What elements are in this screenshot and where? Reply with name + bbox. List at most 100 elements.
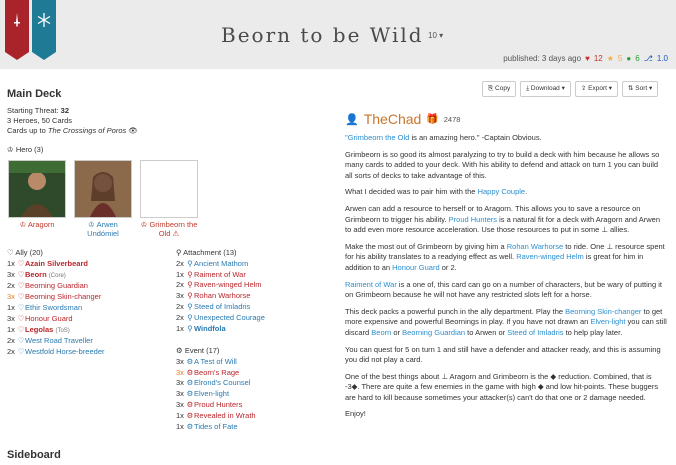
deck-description: "Grimbeorn the Old is an amazing hero." … [345, 133, 667, 426]
list-item[interactable]: 1x ⚲Windfola [176, 324, 265, 335]
spirit-icon: ♔ [88, 220, 95, 229]
list-item[interactable]: 1x ♡Ethir Swordsman [7, 303, 105, 314]
list-item[interactable]: 3x ♡Honour Guard [7, 314, 105, 325]
card-link[interactable]: "Grimbeorn the Old [345, 133, 409, 142]
description-paragraph: Arwen can add a resource to herself or t… [345, 203, 661, 235]
heart-icon[interactable]: ♥ [585, 54, 590, 63]
sort-button[interactable]: ⇅ Sort ▾ [622, 81, 659, 97]
list-item[interactable]: 2x ♡Beorning Guardian [7, 281, 105, 292]
list-item[interactable]: 2x ⚲Raven-winged Helm [176, 280, 265, 291]
spirit-icon: ⚲ [187, 312, 193, 322]
list-item[interactable]: 3x ⚙A Test of Will [176, 357, 256, 368]
upto-pack: The Crossings of Poros [47, 126, 127, 135]
description-paragraph: What I decided was to pair him with the … [345, 187, 528, 197]
hero-name-aragorn[interactable]: ♔ Aragorn [8, 220, 66, 229]
attachment-icon: ⚲ [176, 248, 182, 257]
attachment-heading: ⚲ Attachment (13) [176, 248, 237, 257]
sideboard-heading: Sideboard [7, 449, 61, 461]
card-link[interactable]: Happy Couple [478, 187, 526, 196]
list-item[interactable]: 2x ♡Westfold Horse-breeder [7, 347, 105, 358]
list-item[interactable]: 1x ⚙Tides of Fate [176, 422, 256, 433]
hero-image-arwen[interactable] [74, 160, 132, 218]
list-item[interactable]: 3x ♡Beorn (Core) [7, 270, 105, 282]
main-deck-heading: Main Deck [7, 88, 62, 100]
upto-prefix: Cards up to [7, 126, 46, 135]
hero-section-heading: ♔ Hero (3) [7, 145, 44, 154]
deck-meta: Starting Threat: 32 3 Heroes, 50 Cards C… [7, 106, 337, 136]
spirit-icon: ♡ [17, 336, 25, 346]
list-item[interactable]: 1x ♡Azain Silverbeard [7, 259, 105, 270]
warning-icon: ⚠ [172, 229, 180, 238]
leadership-icon: ♡ [17, 324, 25, 334]
export-button[interactable]: ⇪ Export ▾ [574, 81, 619, 97]
export-icon: ⇪ [580, 85, 587, 92]
version-icon: ⎇ [643, 54, 653, 63]
description-paragraph: Raiment of War is a one of, this card ca… [345, 279, 662, 300]
spirit-icon: ⚙ [186, 389, 194, 399]
description-paragraph: Enjoy! [345, 409, 366, 419]
leadership-icon: ♡ [17, 258, 25, 268]
spirit-icon: ♡ [17, 347, 25, 357]
hero-image-aragorn[interactable] [8, 160, 66, 218]
description-paragraph: One of the best things about ⊥ Aragorn a… [345, 371, 659, 402]
event-list: ⚙ Event (17) 3x ⚙A Test of Will 3x ⚙Beor… [176, 346, 256, 432]
hero-name-grimbeorn[interactable]: ♔ Grimbeorn the Old ⚠ [140, 220, 198, 238]
list-item[interactable]: 3x ⚲Rohan Warhorse [176, 291, 265, 302]
author-name[interactable]: TheChad [364, 111, 422, 127]
description-paragraph: You can quest for 5 on turn 1 and still … [345, 344, 661, 365]
comment-icon[interactable]: ● [626, 54, 631, 63]
copy-button[interactable]: ⎘ Copy [482, 81, 517, 97]
card-link[interactable]: Elven-light [590, 317, 625, 326]
site-logo-banner-blue[interactable] [32, 0, 56, 60]
hero-image-grimbeorn[interactable] [140, 160, 198, 218]
ally-list: ♡ Ally (20) 1x ♡Azain Silverbeard 3x ♡Be… [7, 248, 105, 358]
card-link[interactable]: Raven-winged Helm [516, 252, 584, 261]
list-item[interactable]: 2x ♡West Road Traveller [7, 336, 105, 347]
hero-name-arwen[interactable]: ♔ Arwen Undómiel [74, 220, 132, 238]
page-header: Beorn to be Wild 10 ▾ published: 3 days … [0, 0, 676, 69]
card-link[interactable]: Rohan Warhorse [507, 242, 563, 251]
card-link[interactable]: Raiment of War [345, 280, 397, 289]
hero-group-icon: ♔ [7, 145, 14, 154]
list-item[interactable]: 3x ⚙Beorn's Rage [176, 368, 256, 379]
card-link[interactable]: Steed of Imladris [507, 328, 563, 337]
card-link[interactable]: Beorn [371, 328, 391, 337]
list-item[interactable]: 3x ⚙Elven-light [176, 389, 256, 400]
description-paragraph: Grimbeorn is so good its almost paralyzi… [345, 149, 660, 180]
event-icon: ⚙ [176, 346, 183, 355]
list-item[interactable]: 3x ♡Beorning Skin-changer [7, 292, 105, 303]
list-item[interactable]: 1x ♡Legolas (ToS) [7, 325, 105, 337]
list-item[interactable]: 2x ⚲Ancient Mathom [176, 259, 265, 270]
spirit-icon: ⚲ [187, 301, 193, 311]
leadership-icon: ⚙ [186, 410, 194, 420]
list-item[interactable]: 1x ⚲Raiment of War [176, 270, 265, 281]
leadership-icon: ⚲ [187, 269, 193, 279]
list-item[interactable]: 1x ⚙Revealed in Wrath [176, 411, 256, 422]
leadership-icon: ♡ [17, 281, 25, 291]
version-dropdown[interactable]: 10 ▾ [428, 31, 443, 40]
leadership-icon: ♡ [17, 313, 25, 323]
card-link[interactable]: Proud Hunters [449, 215, 497, 224]
list-item[interactable]: 2x ⚲Unexpected Courage [176, 313, 265, 324]
card-link[interactable]: Beorning Guardian [402, 328, 465, 337]
hero-art-arwen [75, 161, 131, 217]
list-item[interactable]: 3x ⚙Elrond's Counsel [176, 378, 256, 389]
author-block: 👤 TheChad 🎁 2478 [345, 111, 460, 127]
card-link[interactable]: Honour Guard [392, 263, 440, 272]
site-logo-banner-red[interactable] [5, 0, 29, 60]
list-item[interactable]: 3x ⚙Proud Hunters [176, 400, 256, 411]
event-heading: ⚙ Event (17) [176, 346, 220, 355]
snowflake-icon [37, 13, 51, 27]
threat-value: 32 [60, 106, 69, 115]
list-item[interactable]: 2x ⚲Steed of Imladris [176, 302, 265, 313]
publish-stats: published: 3 days ago ♥ 12 ★ 5 ● 6 ⎇ 1.0 [503, 54, 668, 63]
eye-icon[interactable]: 👁 [128, 126, 138, 135]
ally-heading: ♡ Ally (20) [7, 248, 43, 257]
deck-counts: 3 Heroes, 50 Cards [7, 116, 73, 125]
star-icon[interactable]: ★ [607, 54, 614, 63]
card-link[interactable]: Beorning Skin-changer [565, 307, 641, 316]
download-button[interactable]: ⤓ Download ▾ [520, 81, 571, 97]
leadership-icon: ⚙ [186, 399, 194, 409]
likes-count: 12 [593, 54, 603, 63]
deck-toolbar: ⎘ Copy ⤓ Download ▾ ⇪ Export ▾ ⇅ Sort ▾ [482, 81, 659, 97]
